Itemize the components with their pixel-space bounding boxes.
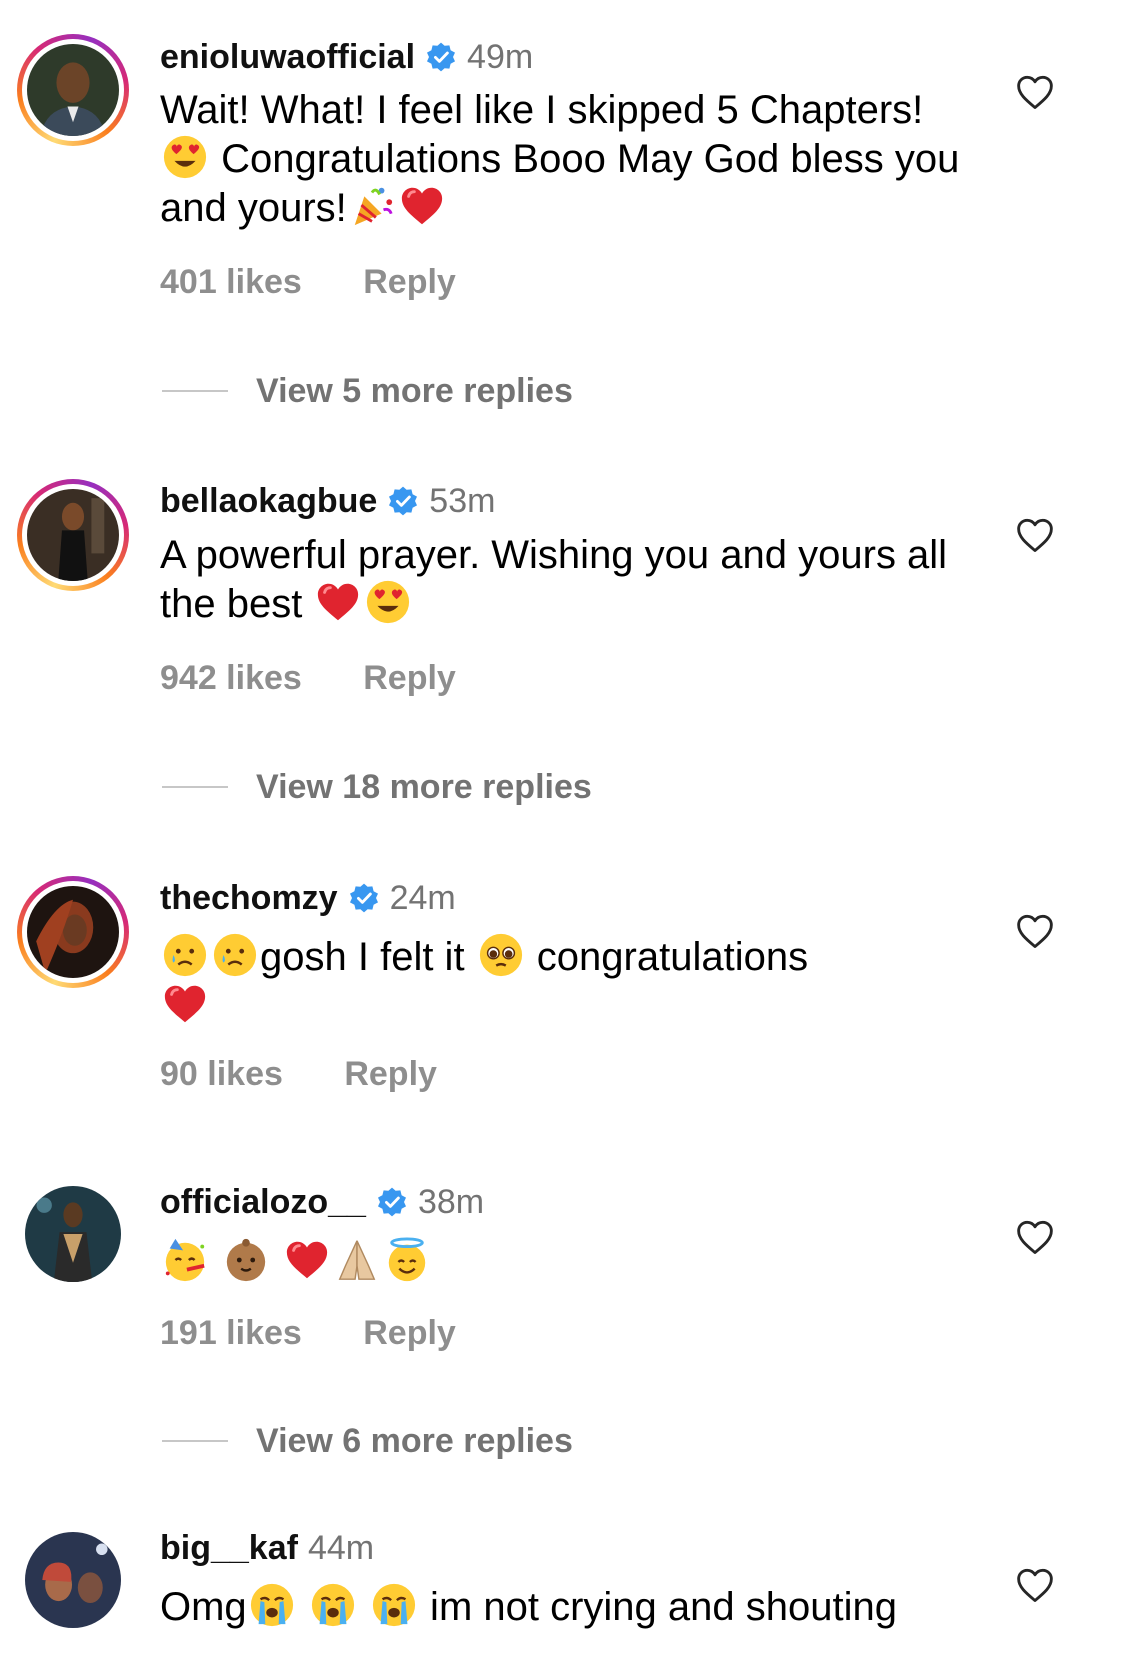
party-popper-emoji	[349, 183, 395, 229]
baby-emoji	[223, 1237, 269, 1283]
timestamp: 53m	[429, 482, 496, 520]
like-heart-icon[interactable]	[1015, 1567, 1055, 1603]
comment-text-part: A powerful prayer. Wishing you and yours…	[160, 533, 948, 626]
divider-line	[162, 1440, 228, 1442]
comment-meta: thechomzy 24m	[160, 878, 456, 918]
avatar[interactable]	[17, 876, 129, 988]
comment-text-part: Congratulations Booo May God bless you a…	[160, 137, 960, 230]
comment-meta: bellaokagbue 53m	[160, 481, 495, 521]
red-heart-emoji	[315, 579, 361, 625]
verified-badge-icon	[348, 882, 380, 914]
likes-count[interactable]: 942 likes	[160, 659, 302, 697]
timestamp: 49m	[467, 38, 534, 76]
timestamp: 38m	[417, 1183, 485, 1221]
avatar[interactable]	[17, 34, 129, 146]
reply-button[interactable]: Reply	[363, 659, 456, 697]
avatar[interactable]	[17, 1178, 129, 1290]
loudly-crying-face-emoji	[371, 1582, 417, 1628]
comment-text-part: Omg	[160, 1585, 247, 1629]
comment-actions: 401 likes Reply	[160, 262, 456, 302]
comment-meta: big__kaf 44m	[160, 1528, 374, 1568]
comment-text: A powerful prayer. Wishing you and yours…	[160, 531, 960, 628]
comment-text: gosh I felt it congratulations	[160, 932, 960, 1030]
loudly-crying-face-emoji	[249, 1582, 295, 1628]
view-more-replies[interactable]: View 5 more replies	[162, 371, 573, 411]
reply-button[interactable]: Reply	[344, 1055, 437, 1093]
likes-count[interactable]: 401 likes	[160, 263, 302, 301]
comment-text-part: gosh I felt it	[260, 935, 476, 979]
folded-hands-emoji	[334, 1237, 380, 1283]
reply-button[interactable]: Reply	[363, 263, 456, 301]
divider-line	[162, 786, 228, 788]
divider-line	[162, 390, 228, 392]
like-heart-icon[interactable]	[1015, 1219, 1055, 1255]
username[interactable]: enioluwaofficial	[160, 37, 415, 77]
view-more-replies-label[interactable]: View 5 more replies	[256, 371, 573, 411]
username[interactable]: officialozo__	[160, 1182, 366, 1222]
comment-actions: 191 likes Reply	[160, 1313, 456, 1353]
red-heart-emoji	[162, 981, 208, 1027]
heart-eyes-emoji	[162, 134, 208, 180]
comment-text-part: Wait! What! I feel like I skipped 5 Chap…	[160, 88, 924, 132]
username[interactable]: big__kaf	[160, 1528, 298, 1568]
pleading-face-emoji	[478, 932, 524, 978]
avatar[interactable]	[17, 1524, 129, 1636]
crying-face-emoji	[212, 932, 258, 978]
username[interactable]: bellaokagbue	[160, 481, 377, 521]
halo-face-emoji	[384, 1237, 430, 1283]
crying-face-emoji	[162, 932, 208, 978]
comment-actions: 942 likes Reply	[160, 658, 456, 698]
loudly-crying-face-emoji	[310, 1582, 356, 1628]
likes-count[interactable]: 191 likes	[160, 1314, 302, 1352]
heart-eyes-emoji	[365, 579, 411, 625]
verified-badge-icon	[376, 1186, 408, 1218]
red-heart-emoji	[399, 183, 445, 229]
like-heart-icon[interactable]	[1015, 913, 1055, 949]
red-heart-emoji	[284, 1237, 330, 1283]
reply-button[interactable]: Reply	[363, 1314, 456, 1352]
partying-face-emoji	[162, 1237, 208, 1283]
view-more-replies[interactable]: View 18 more replies	[162, 767, 592, 807]
comment-text-part: congratulations	[525, 935, 809, 979]
comment-text: Omg im not crying and shouting	[160, 1582, 960, 1631]
likes-count[interactable]: 90 likes	[160, 1055, 283, 1093]
comment-text-part: im not crying and shouting	[418, 1585, 897, 1629]
like-heart-icon[interactable]	[1015, 74, 1055, 110]
comment-meta: enioluwaofficial 49m	[160, 37, 533, 77]
like-heart-icon[interactable]	[1015, 517, 1055, 553]
verified-badge-icon	[387, 485, 419, 517]
comment-meta: officialozo__ 38m	[160, 1182, 484, 1222]
comment-text: Wait! What! I feel like I skipped 5 Chap…	[160, 86, 960, 232]
comment-actions: 90 likes Reply	[160, 1054, 437, 1094]
timestamp: 24m	[389, 879, 456, 917]
username[interactable]: thechomzy	[160, 878, 338, 918]
verified-badge-icon	[425, 41, 457, 73]
timestamp: 44m	[307, 1529, 375, 1567]
comment-text	[160, 1237, 960, 1286]
view-more-replies[interactable]: View 6 more replies	[162, 1421, 573, 1461]
view-more-replies-label[interactable]: View 18 more replies	[256, 767, 592, 807]
avatar[interactable]	[17, 479, 129, 591]
view-more-replies-label[interactable]: View 6 more replies	[256, 1421, 573, 1461]
